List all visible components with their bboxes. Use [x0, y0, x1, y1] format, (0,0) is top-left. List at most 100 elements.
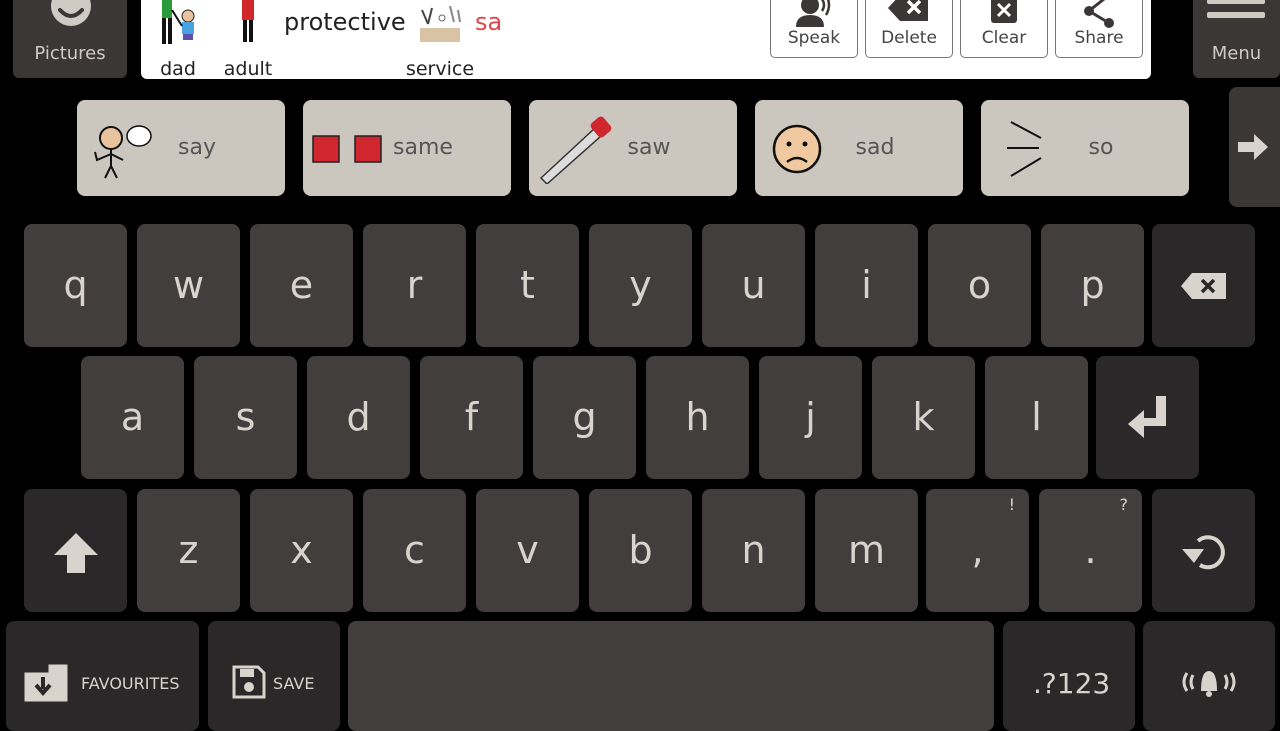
key-label: h: [685, 395, 710, 439]
key-i[interactable]: i: [815, 224, 918, 347]
key-y[interactable]: y: [589, 224, 692, 347]
delete-label: Delete: [881, 28, 937, 48]
key-a[interactable]: a: [81, 356, 184, 479]
key-label: v: [516, 528, 539, 572]
dad-symbol-icon: [162, 0, 195, 44]
enter-icon: [1128, 396, 1166, 438]
prediction-so[interactable]: so: [981, 100, 1189, 196]
space-bar[interactable]: [348, 621, 994, 731]
key-u[interactable]: u: [702, 224, 805, 347]
favourites-label: FAVOURITES: [81, 674, 180, 693]
key-label: m: [847, 528, 886, 572]
delete-button[interactable]: Delete: [865, 0, 953, 58]
adult-symbol-icon: [242, 0, 254, 42]
favourites-button[interactable]: FAVOURITES: [6, 621, 199, 731]
numbers-symbols-key[interactable]: .?123: [1003, 621, 1135, 731]
speak-button[interactable]: Speak: [770, 0, 858, 58]
key-b[interactable]: b: [589, 489, 692, 612]
key-f[interactable]: f: [420, 356, 523, 479]
key-label: x: [290, 528, 313, 572]
key-o[interactable]: o: [928, 224, 1031, 347]
key-m[interactable]: m: [815, 489, 918, 612]
key-e[interactable]: e: [250, 224, 353, 347]
key-label: y: [629, 263, 652, 307]
key-label: e: [289, 263, 314, 307]
key-q[interactable]: q: [24, 224, 127, 347]
message-word-label: dad: [160, 58, 196, 80]
key-label: j: [805, 395, 816, 439]
key-k[interactable]: k: [872, 356, 975, 479]
key-label: b: [628, 528, 653, 572]
key-p[interactable]: p: [1041, 224, 1144, 347]
key-label: z: [178, 528, 199, 572]
message-word-protective[interactable]: protective: [284, 8, 406, 36]
key-w[interactable]: w: [137, 224, 240, 347]
menu-button[interactable]: Menu: [1193, 0, 1280, 78]
message-bar[interactable]: dad adult protective service sa Speak De…: [141, 0, 1151, 80]
question-alt-label: ?: [1119, 495, 1129, 514]
menu-label: Menu: [1211, 43, 1262, 64]
key-t[interactable]: t: [476, 224, 579, 347]
key-label: k: [912, 395, 935, 439]
key-c[interactable]: c: [363, 489, 466, 612]
comma-key[interactable]: , !: [926, 489, 1029, 612]
current-input-text: sa: [475, 8, 503, 36]
smiley-icon: [51, 0, 91, 26]
key-label: l: [1031, 395, 1042, 439]
share-button[interactable]: Share: [1055, 0, 1143, 58]
key-v[interactable]: v: [476, 489, 579, 612]
key-r[interactable]: r: [363, 224, 466, 347]
undo-icon: [1182, 535, 1225, 570]
key-label: d: [346, 395, 371, 439]
clear-button[interactable]: Clear: [960, 0, 1048, 58]
key-label: p: [1080, 263, 1105, 307]
favourites-folder-icon: [24, 664, 68, 702]
key-j[interactable]: j: [759, 356, 862, 479]
delete-icon: [888, 0, 928, 21]
backspace-key[interactable]: [1152, 224, 1255, 347]
key-g[interactable]: g: [533, 356, 636, 479]
period-key[interactable]: . ?: [1039, 489, 1142, 612]
key-label: a: [120, 395, 145, 439]
prediction-label: so: [1088, 135, 1114, 160]
key-n[interactable]: n: [702, 489, 805, 612]
alert-bell-icon: [1182, 671, 1236, 697]
numbers-label: .?123: [1033, 667, 1111, 700]
so-symbol-icon: [1007, 121, 1042, 177]
prediction-say[interactable]: say: [77, 100, 285, 196]
key-h[interactable]: h: [646, 356, 749, 479]
exclamation-alt-label: !: [1008, 495, 1015, 514]
key-label: g: [572, 395, 597, 439]
key-s[interactable]: s: [194, 356, 297, 479]
sad-face-symbol-icon: [772, 124, 822, 174]
prediction-saw[interactable]: saw: [529, 100, 737, 196]
prediction-label: sad: [855, 135, 895, 160]
alert-bell-button[interactable]: [1143, 621, 1275, 731]
pictures-label: Pictures: [34, 43, 106, 64]
key-label: w: [172, 263, 205, 307]
key-x[interactable]: x: [250, 489, 353, 612]
shift-arrow-icon: [54, 533, 98, 573]
say-symbol-icon: [94, 125, 152, 179]
speak-icon: [796, 0, 831, 27]
key-label: r: [406, 263, 423, 307]
backspace-icon: [1181, 273, 1226, 299]
key-d[interactable]: d: [307, 356, 410, 479]
shift-key[interactable]: [24, 489, 127, 612]
undo-key[interactable]: [1152, 489, 1255, 612]
save-button[interactable]: SAVE: [208, 621, 340, 731]
key-l[interactable]: l: [985, 356, 1088, 479]
arrow-right-icon: [1238, 134, 1268, 160]
prediction-sad[interactable]: sad: [755, 100, 963, 196]
next-predictions-button[interactable]: [1229, 87, 1280, 207]
save-label: SAVE: [273, 674, 315, 693]
key-label: o: [967, 263, 992, 307]
key-label: u: [741, 263, 766, 307]
enter-key[interactable]: [1096, 356, 1199, 479]
pictures-button[interactable]: Pictures: [13, 0, 127, 78]
prediction-same[interactable]: same: [303, 100, 511, 196]
clear-label: Clear: [981, 28, 1027, 48]
key-label: s: [235, 395, 256, 439]
key-z[interactable]: z: [137, 489, 240, 612]
prediction-label: saw: [627, 135, 671, 160]
